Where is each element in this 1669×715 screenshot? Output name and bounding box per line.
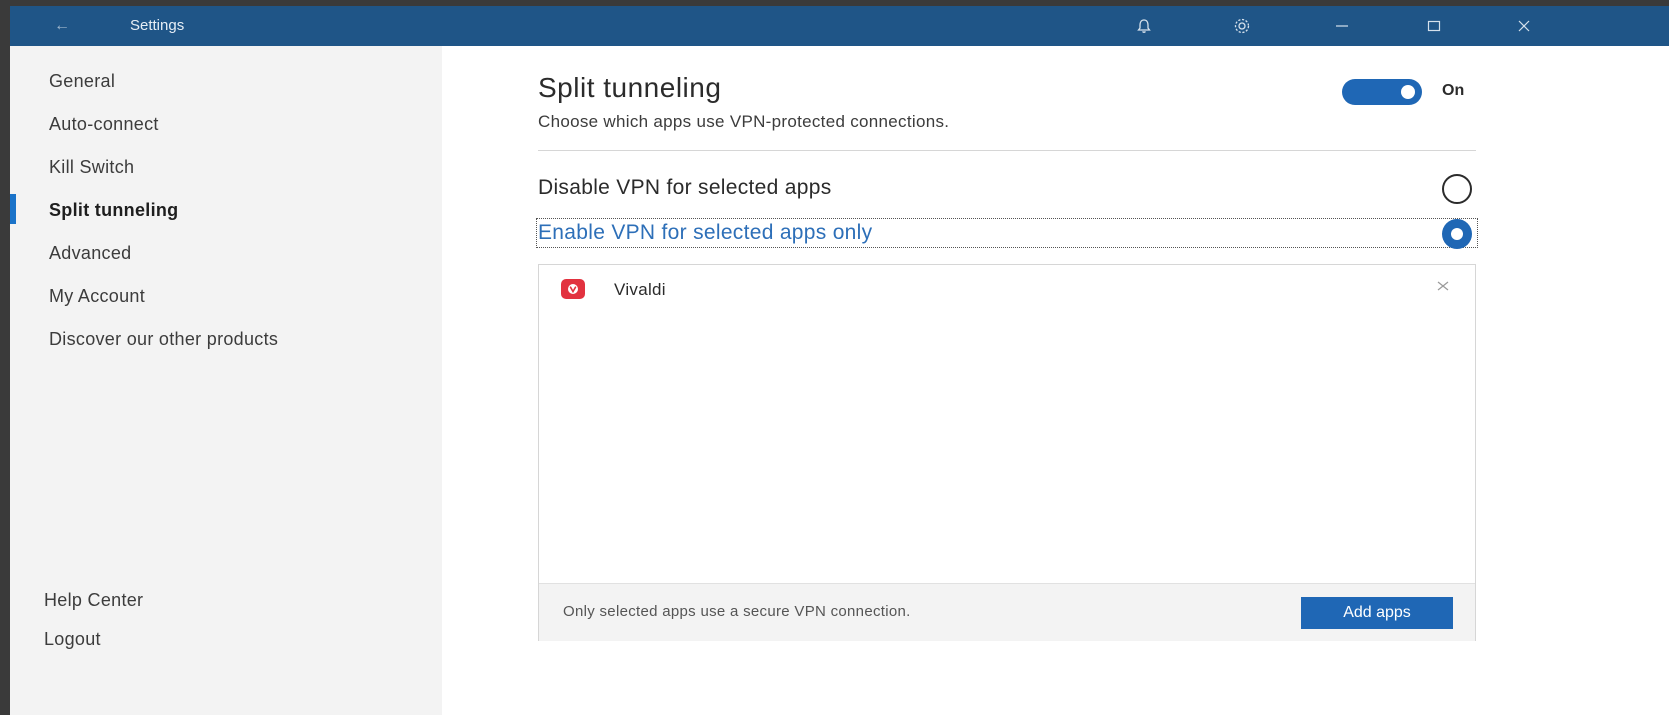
- maximize-icon[interactable]: [1420, 12, 1448, 40]
- add-apps-button[interactable]: Add apps: [1301, 597, 1453, 629]
- title-bar: ← Settings: [10, 6, 1669, 46]
- sidebar-item-discover-products[interactable]: Discover our other products: [49, 329, 278, 350]
- app-name: Vivaldi: [614, 280, 666, 299]
- minimize-icon[interactable]: [1328, 12, 1356, 40]
- split-tunneling-toggle[interactable]: [1342, 79, 1422, 105]
- list-item[interactable]: Vivaldi: [539, 265, 1475, 311]
- divider: [538, 150, 1476, 151]
- window-title: Settings: [130, 17, 185, 34]
- apps-panel-footer: Only selected apps use a secure VPN conn…: [539, 583, 1475, 641]
- page-title: Split tunneling: [538, 72, 722, 103]
- active-nav-indicator: [10, 194, 16, 224]
- option-disable-vpn-label[interactable]: Disable VPN for selected apps: [538, 176, 832, 200]
- settings-window: ← Settings General Auto-connect Kill Swi…: [10, 6, 1669, 715]
- sidebar-item-split-tunneling[interactable]: Split tunneling: [49, 200, 178, 221]
- vivaldi-icon: [561, 279, 585, 299]
- toggle-knob: [1401, 85, 1415, 99]
- page-subtitle: Choose which apps use VPN-protected conn…: [538, 112, 950, 131]
- option-enable-vpn-label[interactable]: Enable VPN for selected apps only: [538, 221, 872, 245]
- sidebar-item-help-center[interactable]: Help Center: [44, 590, 143, 611]
- back-arrow-icon[interactable]: ←: [50, 14, 74, 38]
- sidebar-item-general[interactable]: General: [49, 71, 115, 92]
- close-icon[interactable]: [1510, 12, 1538, 40]
- option-enable-vpn-radio[interactable]: [1442, 219, 1472, 249]
- toggle-state-label: On: [1442, 82, 1465, 99]
- sidebar-item-advanced[interactable]: Advanced: [49, 243, 131, 264]
- option-disable-vpn-radio[interactable]: [1442, 174, 1472, 204]
- sidebar: General Auto-connect Kill Switch Split t…: [10, 46, 442, 715]
- main-content: Split tunneling Choose which apps use VP…: [442, 46, 1669, 715]
- remove-app-icon[interactable]: [1431, 275, 1455, 299]
- bell-icon[interactable]: [1130, 12, 1158, 40]
- sidebar-item-auto-connect[interactable]: Auto-connect: [49, 114, 159, 135]
- sidebar-item-my-account[interactable]: My Account: [49, 286, 145, 307]
- gear-icon[interactable]: [1228, 12, 1256, 40]
- sidebar-item-kill-switch[interactable]: Kill Switch: [49, 157, 134, 178]
- selected-apps-panel: Vivaldi Only selected apps use a secure …: [538, 264, 1476, 641]
- sidebar-item-logout[interactable]: Logout: [44, 629, 101, 650]
- footer-note: Only selected apps use a secure VPN conn…: [563, 603, 911, 620]
